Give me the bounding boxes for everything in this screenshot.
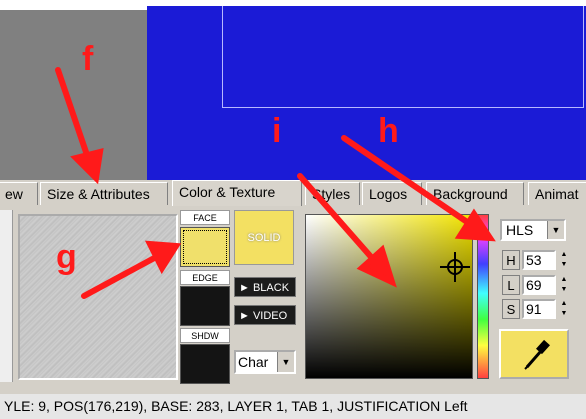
shdw-label: SHDW [180, 328, 230, 343]
tab-animation[interactable]: Animat [528, 182, 586, 205]
tab-view[interactable]: ew [0, 182, 38, 205]
char-select[interactable]: Char ▼ [234, 350, 296, 374]
lightness-input[interactable]: 69 [522, 275, 556, 295]
annotation-h: h [378, 112, 399, 150]
tab-bar: ew Size & Attributes Color & Texture Sty… [0, 180, 586, 207]
annotation-i: i [272, 112, 282, 150]
lightness-spinner[interactable]: ▲ ▼ [558, 275, 570, 295]
tab-background[interactable]: Background [426, 182, 524, 205]
tab-size-attributes[interactable]: Size & Attributes [40, 182, 168, 205]
saturation-lightness-picker[interactable] [305, 214, 473, 379]
annotation-f: f [82, 40, 94, 78]
face-color-swatch[interactable] [180, 227, 230, 267]
triangle-right-icon: ► [239, 310, 250, 322]
panel-left-edge [0, 210, 13, 382]
hue-label: H [502, 250, 520, 270]
saturation-spinner[interactable]: ▲ ▼ [558, 299, 570, 319]
lightness-label: L [502, 275, 520, 295]
texture-preview [18, 214, 178, 380]
tab-styles[interactable]: Styles [305, 182, 360, 205]
black-button[interactable]: ► BLACK [234, 277, 296, 297]
canvas-gray-margin [0, 10, 147, 180]
hue-slider[interactable] [477, 214, 489, 379]
chevron-down-icon[interactable]: ▼ [547, 221, 564, 239]
edge-label: EDGE [180, 270, 230, 285]
edge-color-swatch[interactable] [180, 286, 230, 326]
saturation-input[interactable]: 91 [522, 299, 556, 319]
shadow-color-swatch[interactable] [180, 344, 230, 384]
chevron-down-icon[interactable]: ▼ [277, 352, 294, 372]
face-label: FACE [180, 210, 230, 225]
saturation-label: S [502, 299, 520, 319]
tab-logos[interactable]: Logos [362, 182, 422, 205]
annotation-g: g [56, 238, 77, 276]
solid-button[interactable]: SOLID [234, 210, 294, 265]
color-mode-value: HLS [506, 222, 534, 238]
video-button[interactable]: ► VIDEO [234, 305, 296, 325]
hue-input[interactable]: 53 [522, 250, 556, 270]
black-button-label: BLACK [252, 282, 290, 294]
video-button-label: VIDEO [252, 310, 288, 322]
tab-color-texture[interactable]: Color & Texture [172, 180, 302, 206]
safe-title-frame [222, 6, 584, 108]
hue-slider-handle[interactable] [474, 236, 492, 238]
status-bar: YLE: 9, POS(176,219), BASE: 283, LAYER 1… [0, 394, 586, 419]
char-select-value: Char [238, 354, 269, 370]
triangle-right-icon: ► [239, 282, 250, 294]
hue-spinner[interactable]: ▲ ▼ [558, 250, 570, 270]
eyedropper-icon [524, 339, 550, 370]
color-mode-select[interactable]: HLS ▼ [500, 219, 566, 241]
eyedropper-button[interactable] [499, 329, 569, 379]
crosshair-icon [440, 252, 470, 282]
